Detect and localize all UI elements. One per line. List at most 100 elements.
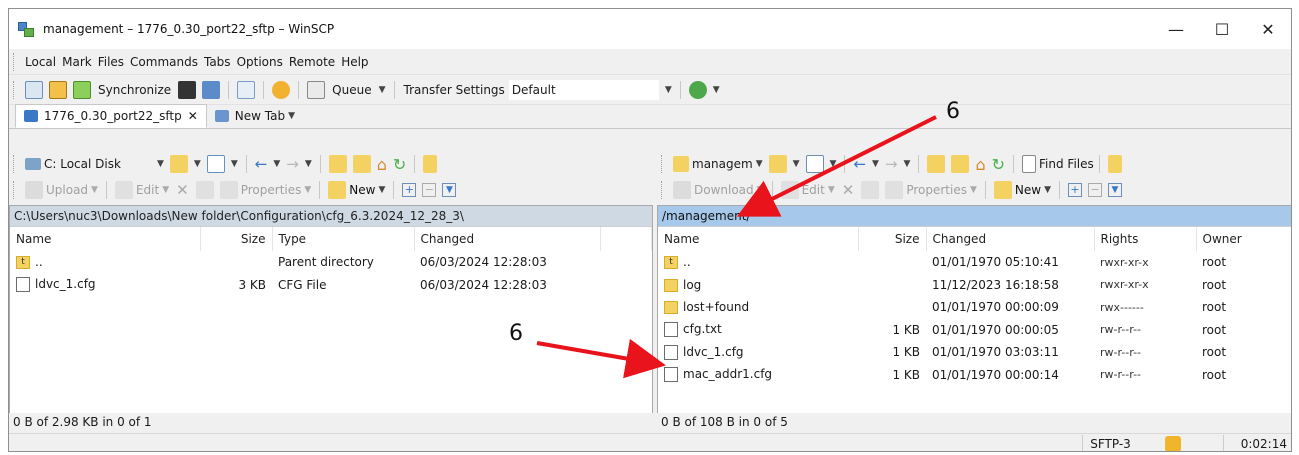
rename-icon[interactable] bbox=[861, 181, 880, 199]
chevron-down-icon[interactable]: ▼ bbox=[378, 185, 385, 195]
delete-icon[interactable]: ✕ bbox=[176, 181, 189, 199]
unselect-icon[interactable]: − bbox=[422, 183, 437, 197]
transfer-settings-select[interactable]: Default bbox=[508, 79, 659, 100]
queue-button[interactable]: Queue bbox=[328, 83, 375, 97]
rename-icon[interactable] bbox=[195, 181, 214, 199]
chevron-down-icon[interactable]: ▼ bbox=[304, 185, 311, 195]
column-header-name[interactable]: Name bbox=[658, 227, 859, 251]
find-files-button[interactable]: Find Files bbox=[1039, 157, 1094, 171]
upload-icon[interactable] bbox=[25, 181, 43, 199]
remote-path-bar[interactable]: /management/ bbox=[658, 206, 1291, 227]
menu-files[interactable]: Files bbox=[95, 55, 127, 69]
open-folder-icon[interactable] bbox=[768, 155, 787, 173]
select-all-icon[interactable]: + bbox=[402, 183, 417, 197]
new-folder-icon[interactable] bbox=[328, 181, 347, 199]
menu-local[interactable]: Local bbox=[22, 55, 59, 69]
tab-session[interactable]: 1776_0.30_port22_sftp ✕ bbox=[15, 104, 207, 128]
chevron-down-icon[interactable]: ▼ bbox=[713, 85, 720, 95]
menu-mark[interactable]: Mark bbox=[59, 55, 95, 69]
tree-view-icon[interactable] bbox=[1107, 155, 1122, 173]
chevron-down-icon[interactable]: ▼ bbox=[288, 111, 295, 121]
refresh-icon[interactable]: ↻ bbox=[992, 155, 1005, 174]
synchronize-icon[interactable] bbox=[73, 80, 91, 99]
parent-directory-icon[interactable] bbox=[328, 155, 347, 173]
column-header-owner[interactable]: Owner bbox=[1196, 227, 1291, 251]
filter-icon[interactable] bbox=[805, 155, 824, 173]
compare-directories-icon[interactable] bbox=[25, 80, 43, 99]
filter-select-icon[interactable]: ▼ bbox=[442, 183, 457, 197]
tree-view-icon[interactable] bbox=[423, 155, 438, 173]
tab-close-button[interactable]: ✕ bbox=[188, 109, 198, 123]
home-icon[interactable]: ⌂ bbox=[975, 155, 985, 174]
chevron-down-icon[interactable]: ▼ bbox=[231, 159, 238, 169]
menu-tabs[interactable]: Tabs bbox=[201, 55, 234, 69]
filter-select-icon[interactable]: ▼ bbox=[1108, 183, 1123, 197]
edit-button[interactable]: Edit bbox=[802, 183, 825, 197]
edit-icon[interactable] bbox=[780, 181, 799, 199]
synchronize-button[interactable]: Synchronize bbox=[94, 83, 175, 97]
edit-icon[interactable] bbox=[114, 181, 133, 199]
chevron-down-icon[interactable]: ▼ bbox=[793, 159, 800, 169]
column-header-changed[interactable]: Changed bbox=[926, 227, 1095, 251]
new-button[interactable]: New bbox=[1015, 183, 1041, 197]
column-header-type[interactable]: Type bbox=[272, 227, 415, 251]
chevron-down-icon[interactable]: ▼ bbox=[305, 159, 312, 169]
open-folder-icon[interactable] bbox=[169, 155, 188, 173]
chevron-down-icon[interactable]: ▼ bbox=[1044, 185, 1051, 195]
keep-remote-up-to-date-icon[interactable] bbox=[49, 80, 67, 99]
chevron-down-icon[interactable]: ▼ bbox=[379, 85, 386, 95]
table-row[interactable]: t.. Parent directory 06/03/2024 12:28:03 bbox=[10, 251, 652, 274]
chevron-down-icon[interactable]: ▼ bbox=[194, 159, 201, 169]
right-drive-select[interactable]: managem bbox=[692, 157, 753, 171]
table-row[interactable]: ldvc_1.cfg 3 KB CFG File 06/03/2024 12:2… bbox=[10, 274, 652, 297]
forward-icon[interactable]: → bbox=[885, 155, 898, 173]
parent-directory-icon[interactable] bbox=[927, 155, 946, 173]
left-drive-select[interactable]: C: Local Disk bbox=[44, 157, 154, 171]
chevron-down-icon[interactable]: ▼ bbox=[904, 159, 911, 169]
chevron-down-icon[interactable]: ▼ bbox=[162, 185, 169, 195]
menu-remote[interactable]: Remote bbox=[286, 55, 338, 69]
unselect-icon[interactable]: − bbox=[1088, 183, 1103, 197]
delete-icon[interactable]: ✕ bbox=[842, 181, 855, 199]
column-header-changed[interactable]: Changed bbox=[414, 227, 601, 251]
preferences-gear-icon[interactable] bbox=[272, 80, 291, 99]
maximize-button[interactable]: ☐ bbox=[1199, 9, 1245, 49]
back-icon[interactable]: ← bbox=[853, 155, 866, 173]
lock-icon[interactable] bbox=[1165, 436, 1181, 451]
chevron-down-icon[interactable]: ▼ bbox=[970, 185, 977, 195]
chevron-down-icon[interactable]: ▼ bbox=[756, 159, 763, 169]
table-row[interactable]: ldvc_1.cfg 1 KB 01/01/1970 03:03:11 rw-r--r… bbox=[658, 341, 1291, 364]
filter-icon[interactable] bbox=[206, 155, 225, 173]
forward-icon[interactable]: → bbox=[286, 155, 299, 173]
home-icon[interactable]: ⌂ bbox=[377, 155, 387, 174]
column-header-rights[interactable]: Rights bbox=[1094, 227, 1197, 251]
table-row[interactable]: lost+found 01/01/1970 00:00:09 rwx------ ro… bbox=[658, 296, 1291, 319]
download-icon[interactable] bbox=[673, 181, 691, 199]
menu-commands[interactable]: Commands bbox=[127, 55, 201, 69]
refresh-icon[interactable]: ↻ bbox=[393, 155, 406, 174]
new-button[interactable]: New bbox=[349, 183, 375, 197]
menu-help[interactable]: Help bbox=[338, 55, 371, 69]
queue-icon[interactable] bbox=[307, 80, 326, 99]
root-directory-icon[interactable] bbox=[951, 155, 970, 173]
select-all-icon[interactable]: + bbox=[1068, 183, 1083, 197]
back-icon[interactable]: ← bbox=[255, 155, 268, 173]
refresh-view-icon[interactable] bbox=[237, 80, 256, 99]
root-directory-icon[interactable] bbox=[352, 155, 371, 173]
properties-button[interactable]: Properties bbox=[906, 183, 967, 197]
column-header-name[interactable]: Name bbox=[10, 227, 201, 251]
chevron-down-icon[interactable]: ▼ bbox=[828, 185, 835, 195]
properties-button[interactable]: Properties bbox=[241, 183, 302, 197]
minimize-button[interactable]: — bbox=[1153, 9, 1199, 49]
column-header-size[interactable]: Size bbox=[200, 227, 273, 251]
chevron-down-icon[interactable]: ▼ bbox=[830, 159, 837, 169]
local-path-bar[interactable]: C:\Users\nuc3\Downloads\New folder\Confi… bbox=[10, 206, 652, 227]
menu-options[interactable]: Options bbox=[234, 55, 286, 69]
console-icon[interactable] bbox=[178, 80, 197, 99]
table-row[interactable]: t.. 01/01/1970 05:10:41 rwxr-xr-x root bbox=[658, 251, 1291, 274]
chevron-down-icon[interactable]: ▼ bbox=[91, 185, 98, 195]
properties-icon[interactable] bbox=[885, 181, 904, 199]
chevron-down-icon[interactable]: ▼ bbox=[757, 185, 764, 195]
new-folder-icon[interactable] bbox=[993, 181, 1012, 199]
properties-icon[interactable] bbox=[219, 181, 238, 199]
